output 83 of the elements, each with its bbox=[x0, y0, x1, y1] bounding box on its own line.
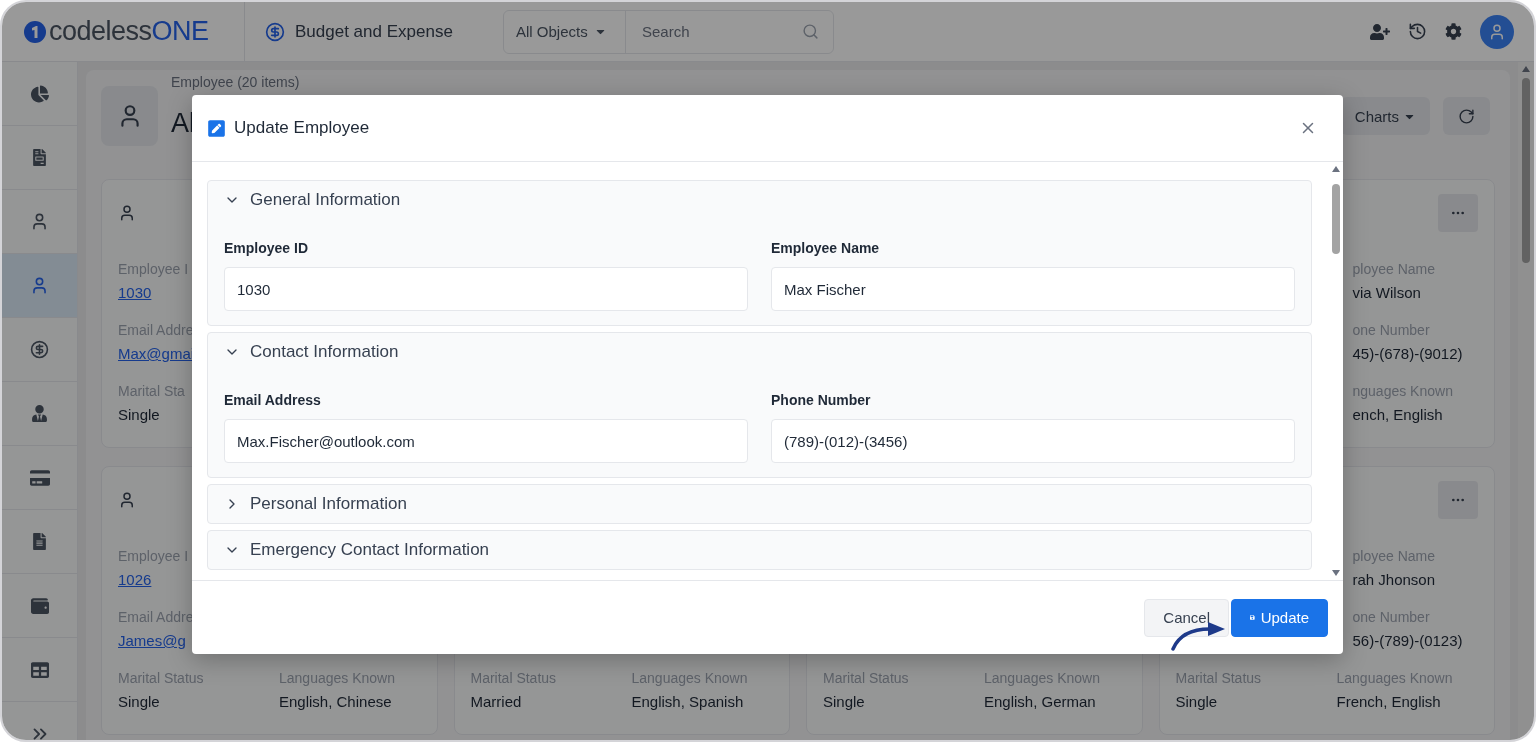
page-subtitle: Employee (20 items) bbox=[171, 74, 300, 90]
text-field[interactable]: Max.Fischer@outlook.com bbox=[224, 419, 748, 463]
charts-button[interactable]: Charts bbox=[1340, 97, 1430, 135]
dollar-icon bbox=[265, 21, 285, 42]
text-field[interactable]: 1030 bbox=[224, 267, 748, 311]
person-icon bbox=[31, 405, 48, 422]
field-label: Languages Known bbox=[984, 669, 1100, 687]
field-label: Employee ID bbox=[224, 239, 309, 257]
text-field[interactable]: (789)-(012)-(3456) bbox=[771, 419, 1295, 463]
update-button[interactable]: Update bbox=[1231, 598, 1328, 637]
field-value: English, Spanish bbox=[631, 692, 744, 712]
field-value: Single bbox=[118, 692, 160, 712]
refresh-button[interactable] bbox=[1443, 97, 1490, 135]
field-label: Email Addre bbox=[118, 321, 194, 339]
edit-icon bbox=[207, 118, 226, 138]
table-icon bbox=[30, 660, 49, 679]
section-header[interactable]: Personal Information bbox=[208, 485, 1311, 523]
history-icon bbox=[1408, 22, 1427, 41]
add-user-icon bbox=[1370, 21, 1390, 42]
logo-icon bbox=[24, 20, 46, 43]
search-icon bbox=[802, 23, 819, 40]
section-header[interactable]: Contact Information bbox=[208, 333, 1311, 371]
field-value: via Wilson bbox=[1352, 283, 1421, 303]
field-value: rah Jhonson bbox=[1352, 570, 1436, 590]
search-field[interactable]: Search bbox=[640, 22, 802, 41]
user-icon bbox=[1488, 22, 1506, 41]
dialog-title: Update Employee bbox=[234, 118, 370, 138]
field-label: Marital Status bbox=[470, 669, 557, 687]
scroll-up-icon bbox=[1331, 166, 1340, 172]
add-user-button[interactable] bbox=[1370, 21, 1390, 42]
cancel-button[interactable]: Cancel bbox=[1144, 598, 1229, 637]
dollar-icon bbox=[30, 340, 49, 359]
value-link[interactable]: Max@gmai bbox=[118, 344, 195, 364]
scroll-down-icon bbox=[1331, 570, 1340, 576]
field-label: Languages Known bbox=[631, 669, 748, 687]
value-link[interactable]: 1030 bbox=[118, 283, 152, 303]
field-label: one Number bbox=[1352, 321, 1430, 339]
wallet-icon bbox=[30, 596, 49, 615]
field-label: ployee Name bbox=[1352, 547, 1435, 565]
section-header[interactable]: General Information bbox=[208, 181, 1311, 219]
section-header[interactable]: Emergency Contact Information bbox=[208, 531, 1311, 569]
settings-button[interactable] bbox=[1445, 23, 1462, 40]
refresh-icon bbox=[1458, 107, 1475, 125]
field-label: Marital Status bbox=[823, 669, 909, 687]
scroll-up-icon bbox=[1522, 66, 1530, 72]
spreadsheet-icon bbox=[31, 149, 48, 166]
app-name: Budget and Expense bbox=[295, 21, 453, 42]
field-label: ployee Name bbox=[1352, 260, 1435, 278]
scope-dropdown[interactable]: All Objects bbox=[504, 10, 626, 53]
field-value: French, English bbox=[1336, 692, 1441, 712]
field-label: Phone Number bbox=[771, 391, 871, 409]
document-icon bbox=[31, 533, 48, 550]
field-value: 45)-(678)-(9012) bbox=[1352, 344, 1463, 364]
field-label: Languages Known bbox=[1336, 669, 1453, 687]
settings-icon bbox=[1445, 23, 1462, 40]
user-icon bbox=[30, 276, 49, 295]
pie-chart-icon bbox=[30, 84, 49, 103]
user-avatar[interactable] bbox=[1480, 14, 1514, 49]
field-label: Languages Known bbox=[279, 669, 395, 687]
field-label: Email Address bbox=[224, 391, 321, 409]
logo-text: codelessONE bbox=[49, 16, 209, 47]
field-value: Single bbox=[118, 405, 160, 425]
field-value: English, German bbox=[984, 692, 1096, 712]
credit-card-icon bbox=[29, 467, 50, 488]
field-label: Marital Status bbox=[118, 669, 204, 687]
scrollbar-thumb[interactable] bbox=[1331, 184, 1340, 254]
scrollbar-thumb[interactable] bbox=[1522, 78, 1530, 263]
field-label: nguages Known bbox=[1352, 382, 1453, 400]
field-value: English, Chinese bbox=[279, 692, 392, 712]
field-value: Married bbox=[470, 692, 522, 712]
value-link[interactable]: James@g bbox=[118, 631, 186, 651]
field-value: Single bbox=[823, 692, 865, 712]
user-icon bbox=[30, 212, 49, 231]
field-label: Email Addre bbox=[118, 608, 194, 626]
field-label: Marital Status bbox=[1175, 669, 1262, 687]
field-value: ench, English bbox=[1352, 405, 1443, 425]
field-label: Employee Name bbox=[771, 239, 880, 257]
text-field[interactable]: Max Fischer bbox=[771, 267, 1295, 311]
field-label: one Number bbox=[1352, 608, 1430, 626]
history-button[interactable] bbox=[1408, 22, 1427, 41]
field-value: 56)-(789)-(0123) bbox=[1352, 631, 1463, 651]
field-value: Single bbox=[1175, 692, 1218, 712]
value-link[interactable]: 1026 bbox=[118, 570, 152, 590]
